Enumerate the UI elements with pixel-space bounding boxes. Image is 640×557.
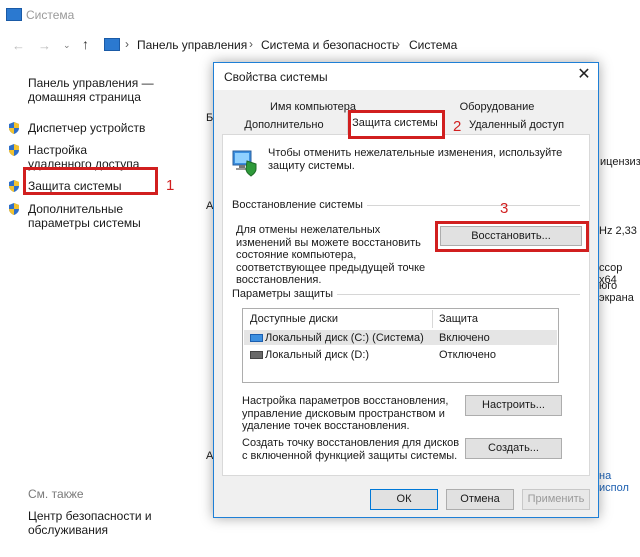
- dialog-title: Свойства системы: [224, 70, 328, 84]
- shield-icon: [9, 180, 19, 192]
- breadcrumb-separator: ›: [249, 37, 253, 51]
- column-header-drives[interactable]: Доступные диски: [250, 313, 338, 326]
- see-also-heading: См. также: [28, 487, 84, 501]
- close-icon[interactable]: ✕: [575, 66, 593, 84]
- configure-description: Настройка параметров восстановления, упр…: [242, 395, 449, 432]
- annotation-number-2: 2: [453, 118, 462, 135]
- disk-c-name: Локальный диск (C:) (Система): [265, 332, 424, 344]
- window-title: Система: [26, 8, 75, 22]
- bg-fragment: Hz 2,33: [599, 225, 637, 237]
- shield-icon: [9, 122, 19, 134]
- configure-button[interactable]: Настроить...: [465, 395, 562, 416]
- column-header-protection[interactable]: Защита: [439, 313, 478, 326]
- intro-text: Чтобы отменить нежелательные изменения, …: [268, 147, 563, 172]
- column-divider: [432, 310, 433, 328]
- annotation-number-3: 3: [500, 200, 509, 217]
- back-arrow-icon[interactable]: ←: [12, 38, 25, 53]
- bg-fragment: юго экрана: [599, 280, 634, 304]
- breadcrumb-separator: ›: [396, 37, 400, 51]
- shield-icon: [9, 203, 19, 215]
- sidebar-item-advanced-settings[interactable]: Дополнительные параметры системы: [28, 202, 188, 230]
- forward-arrow-icon[interactable]: →: [38, 38, 51, 53]
- disk-d-name: Локальный диск (D:): [265, 349, 370, 361]
- annotation-box-3: [435, 221, 589, 252]
- annotation-number-1: 1: [166, 177, 175, 194]
- system-disk-icon: [250, 334, 263, 342]
- sidebar-home-link[interactable]: Панель управления — домашняя страница: [28, 76, 158, 104]
- breadcrumb-system-security[interactable]: Система и безопасность: [261, 38, 398, 52]
- system-protection-icon: [232, 150, 257, 177]
- disk-c-status: Включено: [439, 332, 490, 344]
- ok-button[interactable]: ОК: [370, 489, 438, 510]
- control-panel-icon: [104, 38, 120, 51]
- annotation-box-1: [23, 167, 158, 195]
- cancel-button[interactable]: Отмена: [446, 489, 514, 510]
- recent-chevron-down-icon[interactable]: ⌄: [63, 40, 71, 51]
- apply-button[interactable]: Применить: [522, 489, 590, 510]
- tab-advanced[interactable]: Дополнительно: [222, 116, 346, 134]
- breadcrumb-separator: ›: [125, 37, 129, 51]
- breadcrumb-system[interactable]: Система: [409, 38, 457, 52]
- disk-d-status: Отключено: [439, 349, 496, 361]
- window-titlebar: [0, 0, 640, 30]
- shield-icon: [9, 144, 19, 156]
- tab-remote-access[interactable]: Удаленный доступ: [443, 116, 590, 134]
- breadcrumb-control-panel[interactable]: Панель управления: [137, 38, 247, 52]
- annotation-box-2: [348, 110, 445, 139]
- bg-link-fragment[interactable]: на испол: [599, 470, 640, 494]
- security-center-link[interactable]: Центр безопасности и обслуживания: [28, 509, 158, 537]
- bg-fragment: ицензиз: [600, 156, 640, 168]
- system-window-icon: [6, 8, 22, 21]
- up-arrow-icon[interactable]: ↑: [82, 36, 89, 52]
- disk-icon: [250, 351, 263, 359]
- protection-group-title: Параметры защиты: [232, 288, 337, 300]
- restore-group-title: Восстановление системы: [232, 199, 367, 211]
- sidebar-item-device-manager[interactable]: Диспетчер устройств: [28, 121, 145, 135]
- create-button[interactable]: Создать...: [465, 438, 562, 459]
- create-description: Создать точку восстановления для дисков …: [242, 437, 460, 462]
- restore-description: Для отмены нежелательных изменений вы мо…: [236, 224, 426, 286]
